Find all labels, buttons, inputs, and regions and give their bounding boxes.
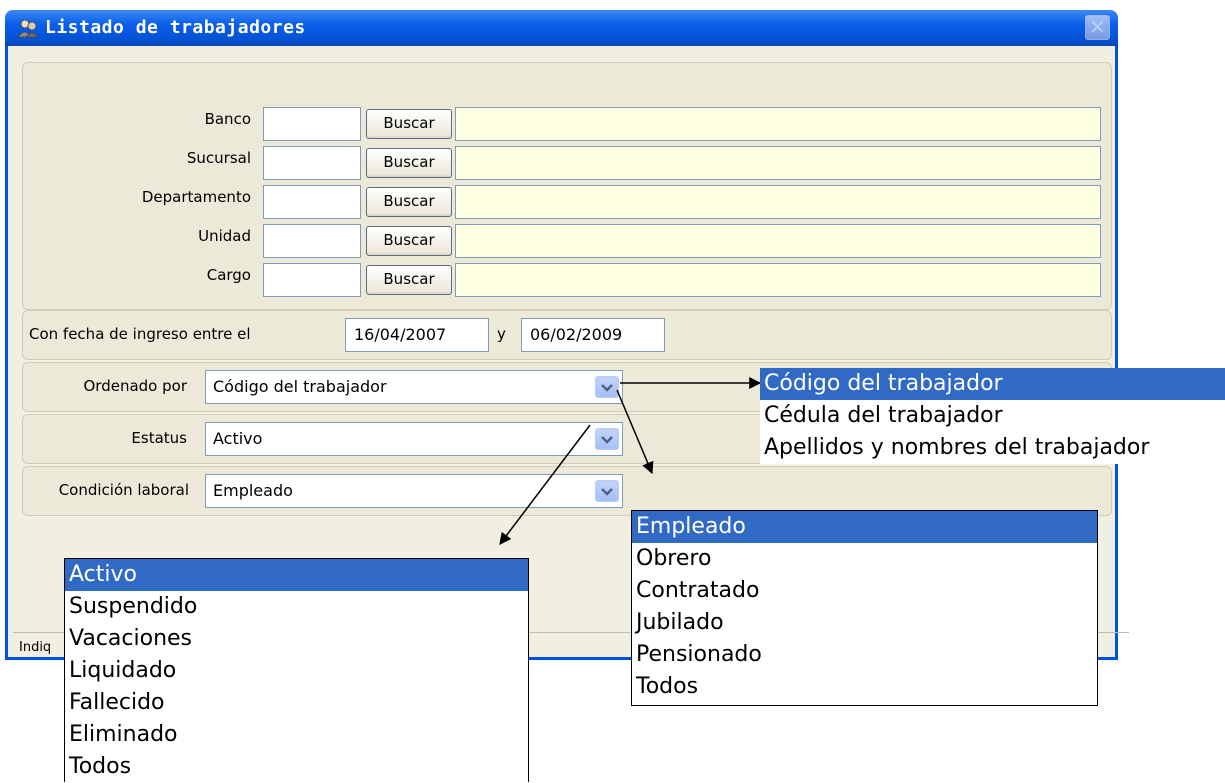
- dropdown-option[interactable]: Vacaciones: [65, 623, 528, 655]
- order-by-dropdown-list: Código del trabajador Cédula del trabaja…: [760, 368, 1225, 464]
- work-condition-arrow: [616, 389, 654, 475]
- dropdown-option[interactable]: Empleado: [632, 511, 1097, 543]
- work-condition-dropdown-list: Empleado Obrero Contratado Jubilado Pens…: [631, 510, 1098, 706]
- dropdown-option[interactable]: Código del trabajador: [760, 368, 1225, 400]
- dropdown-option[interactable]: Pensionado: [632, 639, 1097, 671]
- dropdown-option[interactable]: Activo: [65, 559, 528, 591]
- dropdown-option[interactable]: Fallecido: [65, 687, 528, 719]
- dropdown-option[interactable]: Todos: [65, 751, 528, 783]
- dropdown-option[interactable]: Contratado: [632, 575, 1097, 607]
- dropdown-option[interactable]: Suspendido: [65, 591, 528, 623]
- dropdown-option[interactable]: Todos: [632, 671, 1097, 703]
- dropdown-option[interactable]: Cédula del trabajador: [760, 400, 1225, 432]
- dropdown-option[interactable]: Obrero: [632, 543, 1097, 575]
- dropdown-option[interactable]: Jubilado: [632, 607, 1097, 639]
- dropdown-option[interactable]: Apellidos y nombres del trabajador: [760, 432, 1225, 464]
- dropdown-option[interactable]: Liquidado: [65, 655, 528, 687]
- dropdown-option[interactable]: Eliminado: [65, 719, 528, 751]
- status-dropdown-list: Activo Suspendido Vacaciones Liquidado F…: [64, 558, 529, 782]
- status-arrow: [499, 424, 591, 545]
